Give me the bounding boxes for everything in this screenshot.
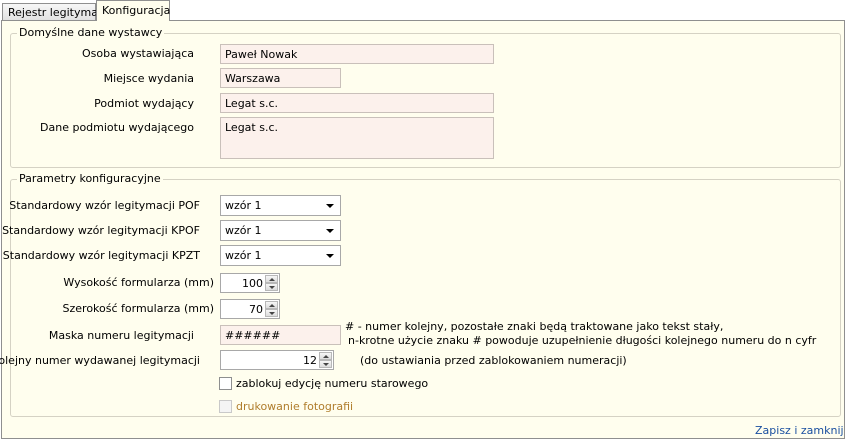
pof-label: Standardowy wzór legitymacji POF [9,199,200,212]
height-stepper[interactable]: 100 [220,273,280,293]
kpof-label: Standardowy wzór legitymacji KPOF [2,224,200,237]
next-number-stepper[interactable]: 12 [220,350,334,370]
next-number-value: 12 [303,354,317,367]
tab-konfiguracja[interactable]: Konfiguracja [96,0,170,21]
width-stepper[interactable]: 70 [220,299,280,319]
kpzt-combo[interactable]: wzór 1 [220,245,341,266]
pof-combo[interactable]: wzór 1 [220,195,341,216]
mask-label: Maska numeru legitymacji [48,329,194,342]
configuration-panel: Domyślne dane wystawcy Osoba wystawiając… [0,20,845,439]
height-value: 100 [242,277,263,290]
mask-note-line-2: n-krotne użycie znaku # powoduje uzupełn… [348,334,817,347]
entity-field[interactable]: Legat s.c. [220,93,494,113]
kpof-combo[interactable]: wzór 1 [220,220,341,241]
place-field[interactable]: Warszawa [220,68,341,88]
spin-down-icon[interactable] [265,283,278,291]
entity-label: Podmiot wydający [94,97,194,110]
person-field[interactable]: Paweł Nowak [220,44,494,64]
tab-strip: Rejestr legitymacji Konfiguracja [0,0,847,21]
tab-rejestr-legitymacji[interactable]: Rejestr legitymacji [2,3,110,20]
print-photo-label: drukowanie fotografii [236,400,354,413]
pof-combo-value: wzór 1 [225,199,262,212]
height-label: Wysokość formularza (mm) [63,276,214,289]
entity-data-label: Dane podmiotu wydającego [40,121,194,134]
lock-numbering-checkbox[interactable] [219,377,232,390]
kpzt-combo-value: wzór 1 [225,249,262,262]
next-number-label: Kolejny numer wydawanej legitymacji [0,354,200,367]
spin-up-icon[interactable] [265,301,278,309]
issuer-defaults-legend: Domyślne dane wystawcy [17,26,165,39]
chevron-down-icon [326,229,334,233]
save-close-link[interactable]: Zapisz i zamknij [755,424,844,437]
width-label: Szerokość formularza (mm) [62,302,214,315]
config-params-legend: Parametry konfiguracyjne [17,172,163,185]
chevron-down-icon [326,254,334,258]
next-number-note: (do ustawiania przed zablokowaniem numer… [360,354,627,367]
spin-down-icon[interactable] [265,309,278,317]
spin-up-icon[interactable] [265,275,278,283]
lock-numbering-label: zablokuj edycję numeru starowego [236,377,429,390]
chevron-down-icon [326,204,334,208]
kpof-combo-value: wzór 1 [225,224,262,237]
kpzt-label: Standardowy wzór legitymacji KPZT [2,249,200,262]
mask-note-line-1: # - numer kolejny, pozostałe znaki będą … [345,320,724,333]
mask-field[interactable]: ###### [220,325,341,345]
spin-down-icon[interactable] [319,360,332,368]
person-label: Osoba wystawiająca [81,47,194,60]
width-value: 70 [249,303,263,316]
entity-data-field[interactable]: Legat s.c. [220,117,494,159]
spin-up-icon[interactable] [319,352,332,360]
place-label: Miejsce wydania [103,72,194,85]
print-photo-checkbox[interactable] [219,400,232,413]
